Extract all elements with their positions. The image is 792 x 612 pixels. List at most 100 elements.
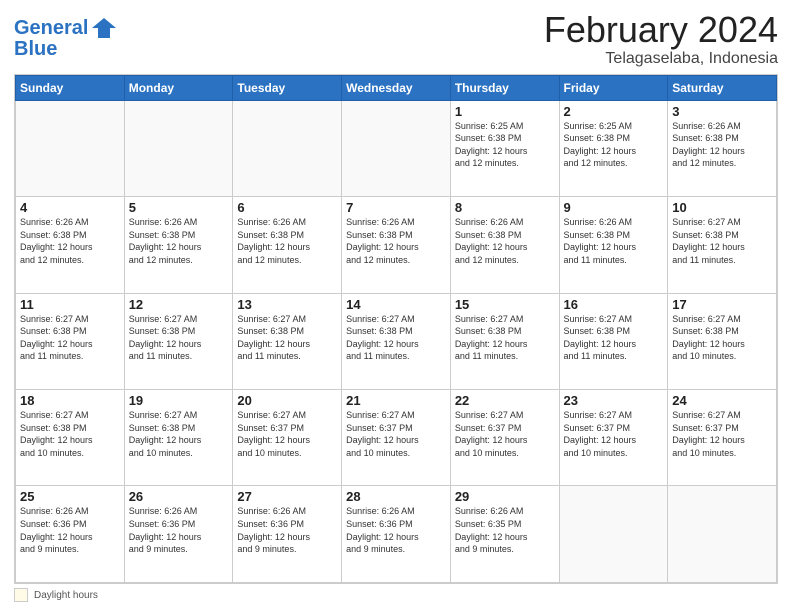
calendar-cell: 12Sunrise: 6:27 AM Sunset: 6:38 PM Dayli… bbox=[124, 293, 233, 389]
day-number: 3 bbox=[672, 104, 772, 119]
calendar-cell: 7Sunrise: 6:26 AM Sunset: 6:38 PM Daylig… bbox=[342, 197, 451, 293]
calendar-cell: 18Sunrise: 6:27 AM Sunset: 6:38 PM Dayli… bbox=[16, 390, 125, 486]
calendar-cell: 2Sunrise: 6:25 AM Sunset: 6:38 PM Daylig… bbox=[559, 100, 668, 196]
dow-header-monday: Monday bbox=[124, 75, 233, 100]
title-block: February 2024 Telagaselaba, Indonesia bbox=[544, 10, 778, 68]
legend: Daylight hours bbox=[14, 588, 778, 602]
day-number: 17 bbox=[672, 297, 772, 312]
day-info: Sunrise: 6:27 AM Sunset: 6:38 PM Dayligh… bbox=[672, 216, 772, 266]
day-number: 26 bbox=[129, 489, 229, 504]
logo: General Blue bbox=[14, 14, 118, 61]
dow-header-friday: Friday bbox=[559, 75, 668, 100]
calendar-cell: 23Sunrise: 6:27 AM Sunset: 6:37 PM Dayli… bbox=[559, 390, 668, 486]
day-info: Sunrise: 6:27 AM Sunset: 6:38 PM Dayligh… bbox=[20, 409, 120, 459]
day-number: 18 bbox=[20, 393, 120, 408]
week-row-2: 11Sunrise: 6:27 AM Sunset: 6:38 PM Dayli… bbox=[16, 293, 777, 389]
dow-header-saturday: Saturday bbox=[668, 75, 777, 100]
day-number: 13 bbox=[237, 297, 337, 312]
day-info: Sunrise: 6:26 AM Sunset: 6:38 PM Dayligh… bbox=[455, 216, 555, 266]
day-number: 9 bbox=[564, 200, 664, 215]
header: General Blue February 2024 Telagaselaba,… bbox=[14, 10, 778, 68]
calendar-cell bbox=[233, 100, 342, 196]
day-number: 28 bbox=[346, 489, 446, 504]
calendar-cell: 1Sunrise: 6:25 AM Sunset: 6:38 PM Daylig… bbox=[450, 100, 559, 196]
calendar-cell: 21Sunrise: 6:27 AM Sunset: 6:37 PM Dayli… bbox=[342, 390, 451, 486]
day-info: Sunrise: 6:26 AM Sunset: 6:36 PM Dayligh… bbox=[346, 505, 446, 555]
calendar-cell: 6Sunrise: 6:26 AM Sunset: 6:38 PM Daylig… bbox=[233, 197, 342, 293]
day-number: 25 bbox=[20, 489, 120, 504]
day-info: Sunrise: 6:26 AM Sunset: 6:36 PM Dayligh… bbox=[20, 505, 120, 555]
day-info: Sunrise: 6:26 AM Sunset: 6:36 PM Dayligh… bbox=[129, 505, 229, 555]
calendar-cell: 4Sunrise: 6:26 AM Sunset: 6:38 PM Daylig… bbox=[16, 197, 125, 293]
calendar-cell bbox=[668, 486, 777, 583]
calendar-cell: 28Sunrise: 6:26 AM Sunset: 6:36 PM Dayli… bbox=[342, 486, 451, 583]
calendar-cell bbox=[16, 100, 125, 196]
week-row-4: 25Sunrise: 6:26 AM Sunset: 6:36 PM Dayli… bbox=[16, 486, 777, 583]
subtitle: Telagaselaba, Indonesia bbox=[544, 50, 778, 68]
legend-swatch bbox=[14, 588, 28, 602]
day-number: 5 bbox=[129, 200, 229, 215]
day-number: 11 bbox=[20, 297, 120, 312]
day-info: Sunrise: 6:27 AM Sunset: 6:38 PM Dayligh… bbox=[237, 313, 337, 363]
day-of-week-header: SundayMondayTuesdayWednesdayThursdayFrid… bbox=[16, 75, 777, 100]
calendar-cell: 27Sunrise: 6:26 AM Sunset: 6:36 PM Dayli… bbox=[233, 486, 342, 583]
day-number: 20 bbox=[237, 393, 337, 408]
day-info: Sunrise: 6:27 AM Sunset: 6:37 PM Dayligh… bbox=[564, 409, 664, 459]
day-info: Sunrise: 6:27 AM Sunset: 6:37 PM Dayligh… bbox=[672, 409, 772, 459]
day-number: 8 bbox=[455, 200, 555, 215]
calendar-body: 1 Sunrise: 6:25 AM Sunset: 6:38 PM Daylig… bbox=[16, 100, 777, 582]
day-number: 15 bbox=[455, 297, 555, 312]
day-number: 19 bbox=[129, 393, 229, 408]
day-info: Sunrise: 6:27 AM Sunset: 6:38 PM Dayligh… bbox=[129, 409, 229, 459]
logo-text: General bbox=[14, 17, 88, 39]
day-number: 27 bbox=[237, 489, 337, 504]
calendar-cell: 19Sunrise: 6:27 AM Sunset: 6:38 PM Dayli… bbox=[124, 390, 233, 486]
day-number: 14 bbox=[346, 297, 446, 312]
day-info: Sunrise: 6:27 AM Sunset: 6:37 PM Dayligh… bbox=[455, 409, 555, 459]
calendar-cell: 22Sunrise: 6:27 AM Sunset: 6:37 PM Dayli… bbox=[450, 390, 559, 486]
calendar-cell: 15Sunrise: 6:27 AM Sunset: 6:38 PM Dayli… bbox=[450, 293, 559, 389]
dow-header-thursday: Thursday bbox=[450, 75, 559, 100]
calendar-cell: 10Sunrise: 6:27 AM Sunset: 6:38 PM Dayli… bbox=[668, 197, 777, 293]
dow-header-wednesday: Wednesday bbox=[342, 75, 451, 100]
legend-label: Daylight hours bbox=[34, 590, 98, 601]
day-info: Sunrise: 6:27 AM Sunset: 6:38 PM Dayligh… bbox=[129, 313, 229, 363]
day-number: 21 bbox=[346, 393, 446, 408]
day-info: Sunrise: 6:27 AM Sunset: 6:38 PM Dayligh… bbox=[672, 313, 772, 363]
day-info: Sunrise: 6:26 AM Sunset: 6:36 PM Dayligh… bbox=[237, 505, 337, 555]
day-number: 1 bbox=[455, 104, 555, 119]
calendar-cell: 8Sunrise: 6:26 AM Sunset: 6:38 PM Daylig… bbox=[450, 197, 559, 293]
calendar-cell: 20Sunrise: 6:27 AM Sunset: 6:37 PM Dayli… bbox=[233, 390, 342, 486]
day-info: Sunrise: 6:26 AM Sunset: 6:38 PM Dayligh… bbox=[564, 216, 664, 266]
calendar-cell: 3Sunrise: 6:26 AM Sunset: 6:38 PM Daylig… bbox=[668, 100, 777, 196]
calendar-cell: 13Sunrise: 6:27 AM Sunset: 6:38 PM Dayli… bbox=[233, 293, 342, 389]
day-number: 16 bbox=[564, 297, 664, 312]
week-row-0: 1 Sunrise: 6:25 AM Sunset: 6:38 PM Daylig… bbox=[16, 100, 777, 196]
day-info: Sunrise: 6:27 AM Sunset: 6:38 PM Dayligh… bbox=[564, 313, 664, 363]
day-info: Sunrise: 6:27 AM Sunset: 6:38 PM Dayligh… bbox=[20, 313, 120, 363]
calendar-cell: 25Sunrise: 6:26 AM Sunset: 6:36 PM Dayli… bbox=[16, 486, 125, 583]
day-info: Sunrise: 6:26 AM Sunset: 6:38 PM Dayligh… bbox=[346, 216, 446, 266]
day-info: Sunrise: 6:27 AM Sunset: 6:37 PM Dayligh… bbox=[237, 409, 337, 459]
day-number: 6 bbox=[237, 200, 337, 215]
calendar-cell: 11Sunrise: 6:27 AM Sunset: 6:38 PM Dayli… bbox=[16, 293, 125, 389]
calendar-cell: 14Sunrise: 6:27 AM Sunset: 6:38 PM Dayli… bbox=[342, 293, 451, 389]
day-number: 24 bbox=[672, 393, 772, 408]
day-number: 12 bbox=[129, 297, 229, 312]
day-info: Sunrise: 6:26 AM Sunset: 6:38 PM Dayligh… bbox=[237, 216, 337, 266]
calendar-cell: 26Sunrise: 6:26 AM Sunset: 6:36 PM Dayli… bbox=[124, 486, 233, 583]
dow-header-sunday: Sunday bbox=[16, 75, 125, 100]
dow-header-tuesday: Tuesday bbox=[233, 75, 342, 100]
calendar-cell bbox=[559, 486, 668, 583]
calendar-cell: 5Sunrise: 6:26 AM Sunset: 6:38 PM Daylig… bbox=[124, 197, 233, 293]
day-info: Sunrise: 6:27 AM Sunset: 6:38 PM Dayligh… bbox=[346, 313, 446, 363]
day-number: 10 bbox=[672, 200, 772, 215]
logo-icon bbox=[90, 14, 118, 42]
day-number: 4 bbox=[20, 200, 120, 215]
day-number: 23 bbox=[564, 393, 664, 408]
day-info: Sunrise: 6:26 AM Sunset: 6:38 PM Dayligh… bbox=[129, 216, 229, 266]
week-row-1: 4 Sunrise: 6:26 AM Sunset: 6:38 PM Daylig… bbox=[16, 197, 777, 293]
calendar-cell bbox=[342, 100, 451, 196]
day-info: Sunrise: 6:25 AM Sunset: 6:38 PM Dayligh… bbox=[564, 120, 664, 170]
calendar-cell bbox=[124, 100, 233, 196]
